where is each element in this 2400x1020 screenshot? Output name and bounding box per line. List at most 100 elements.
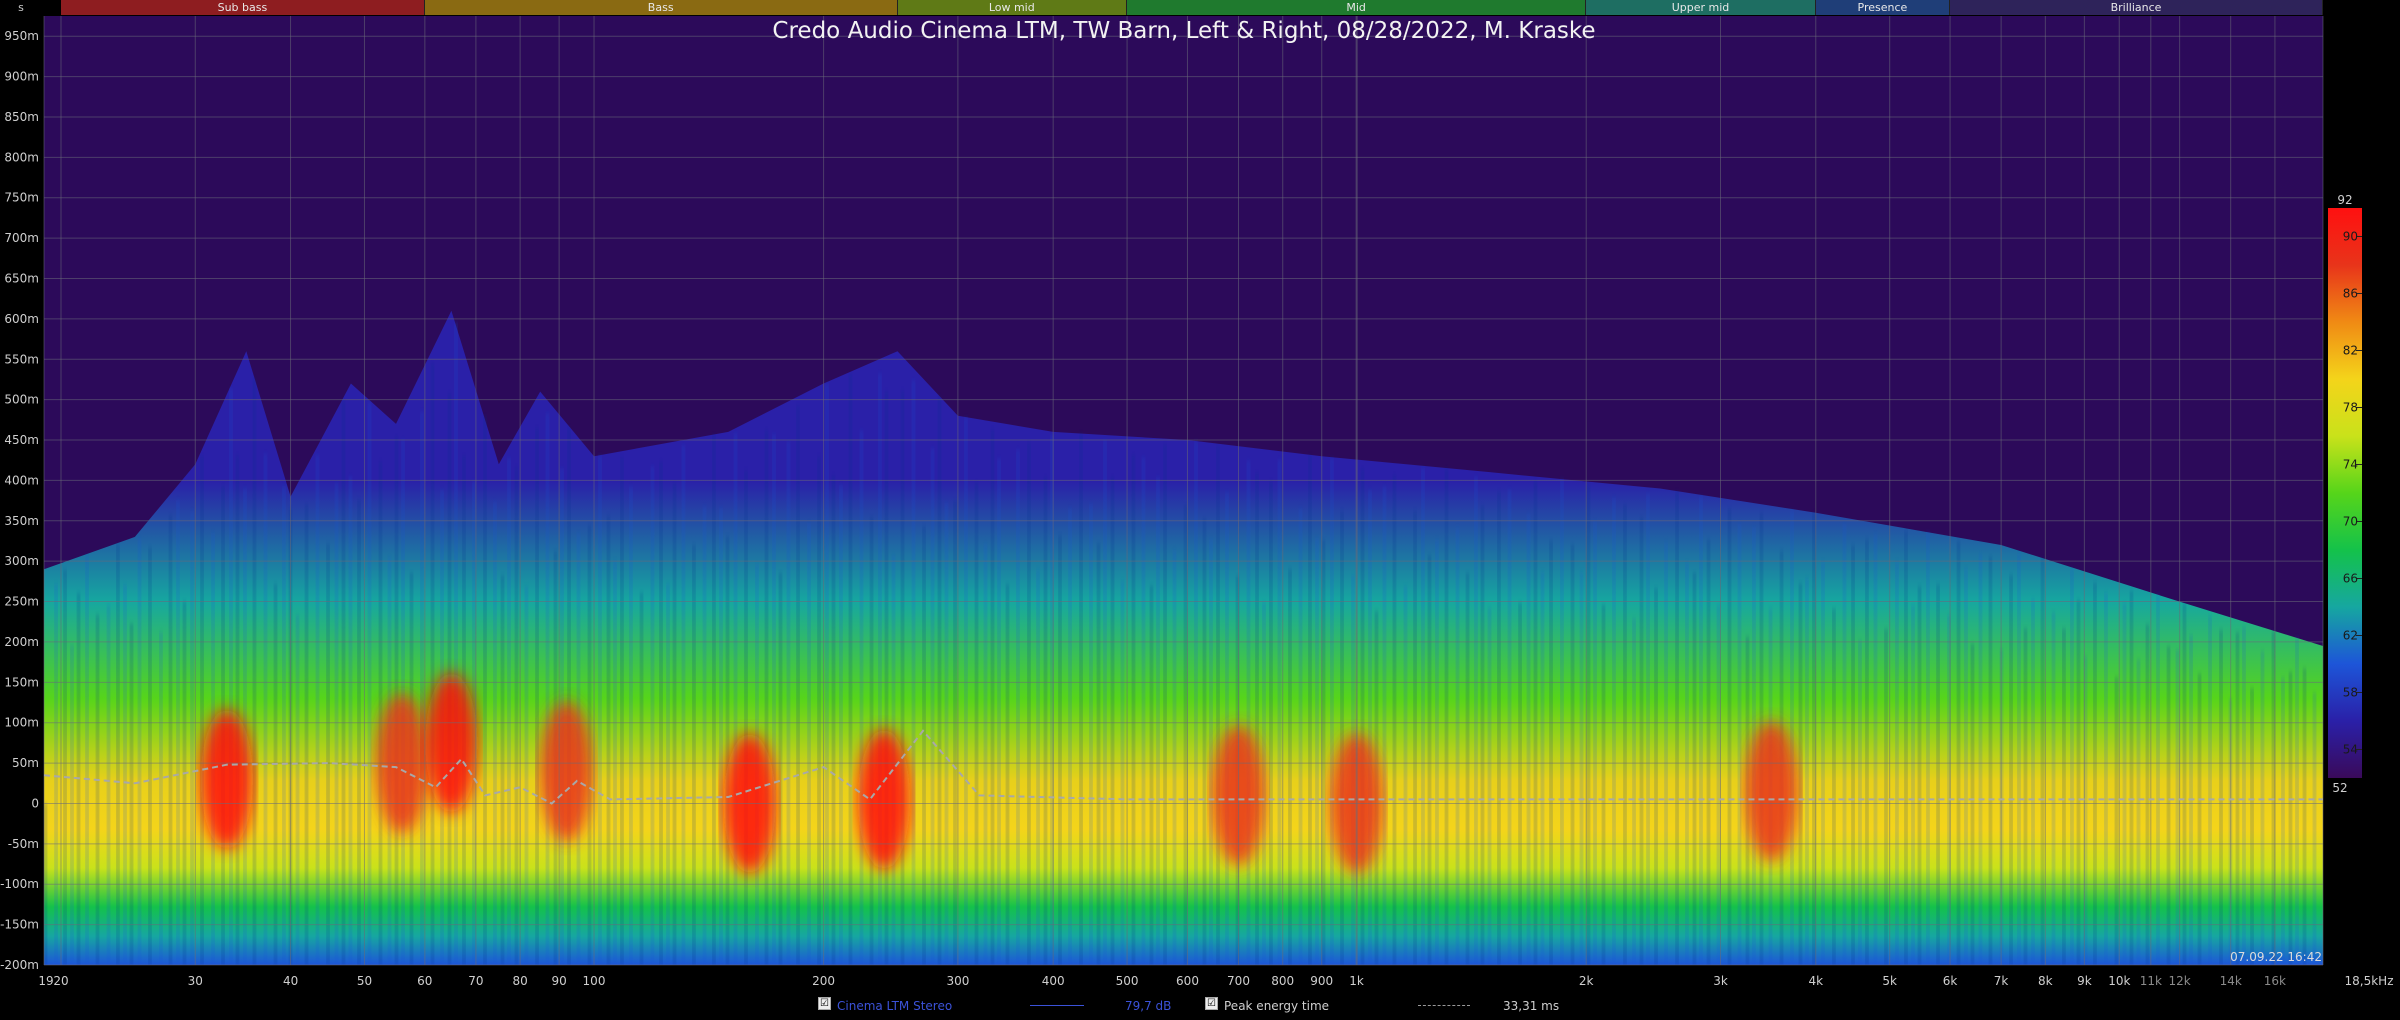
decay-streak xyxy=(1315,538,1319,965)
color-scale: 90 86 82 78 74 70 66 62 58 54 92 52 xyxy=(2328,193,2362,795)
decay-streak xyxy=(1044,477,1047,965)
decay-streak xyxy=(2198,673,2202,965)
decay-streak xyxy=(2271,631,2275,965)
decay-streak xyxy=(1911,605,1915,965)
decay-streak xyxy=(1593,521,1597,965)
decay-streak xyxy=(326,543,330,965)
decay-streak xyxy=(2024,628,2027,965)
decay-streak xyxy=(1851,545,1855,965)
decay-streak xyxy=(378,461,382,965)
scale-tick-label: 90 xyxy=(2343,230,2358,244)
decay-streak xyxy=(1428,555,1431,965)
x-tick-label: 12k xyxy=(2168,974,2190,988)
decay-streak xyxy=(2176,649,2179,965)
decay-streak xyxy=(2104,593,2108,965)
decay-streak xyxy=(1971,644,1974,965)
decay-streak xyxy=(2156,594,2160,965)
decay-streak xyxy=(922,525,926,965)
decay-streak xyxy=(1089,503,1093,965)
decay-streak xyxy=(1209,539,1213,965)
decay-streak xyxy=(190,511,194,965)
decay-streak xyxy=(2250,688,2254,965)
y-tick-label: -100m xyxy=(0,877,39,891)
x-tick-label: 100 xyxy=(583,974,606,988)
series-name[interactable]: Cinema LTM Stereo xyxy=(837,999,952,1013)
decay-streak xyxy=(107,605,111,965)
decay-streak xyxy=(1926,532,1930,965)
x-tick-label: 2k xyxy=(1579,974,1594,988)
decay-streak xyxy=(1497,491,1501,965)
decay-streak xyxy=(620,457,624,965)
decay-streak xyxy=(70,644,74,965)
decay-streak xyxy=(116,543,120,965)
energy-hotspot xyxy=(540,701,593,842)
decay-streak xyxy=(2123,603,2127,965)
decay-streak xyxy=(938,396,941,965)
decay-streak xyxy=(1812,512,1816,965)
decay-streak xyxy=(1474,476,1478,965)
decay-streak xyxy=(1036,569,1040,965)
y-tick-label: 300m xyxy=(4,554,39,568)
decay-streak xyxy=(1131,454,1135,965)
peak-checkbox[interactable]: ☑ xyxy=(1205,997,1218,1010)
decay-streak xyxy=(659,461,663,965)
decay-streak xyxy=(236,455,239,965)
decay-streak xyxy=(1858,640,1862,965)
decay-streak xyxy=(1435,539,1439,965)
decay-streak xyxy=(1016,449,1020,965)
decay-streak xyxy=(545,413,549,965)
decay-streak xyxy=(1717,605,1720,965)
x-tick-label: 80 xyxy=(512,974,527,988)
decay-streak xyxy=(282,485,286,965)
series-checkbox[interactable]: ☑ xyxy=(818,997,831,1010)
decay-streak xyxy=(1692,572,1696,965)
x-tick-label: 6k xyxy=(1943,974,1958,988)
decay-streak xyxy=(274,584,278,965)
x-tick-label: 40 xyxy=(283,974,298,988)
decay-streak xyxy=(1707,539,1711,965)
scale-max-label: 92 xyxy=(2337,193,2352,207)
decay-streak xyxy=(507,458,511,965)
decay-streak xyxy=(176,500,180,965)
x-tick-label: 20 xyxy=(53,974,68,988)
decay-streak xyxy=(357,499,361,965)
decay-streak xyxy=(229,388,233,965)
decay-streak xyxy=(335,482,339,965)
y-tick-label: -200m xyxy=(0,958,39,972)
peak-line-swatch xyxy=(1418,1005,1470,1006)
peak-energy-label[interactable]: Peak energy time xyxy=(1224,999,1329,1013)
y-tick-label: 400m xyxy=(4,473,39,487)
decay-streak xyxy=(1225,492,1229,965)
peak-energy-value: 33,31 ms xyxy=(1503,999,1560,1013)
decay-streak xyxy=(953,500,957,965)
decay-streak xyxy=(169,515,172,965)
decay-streak xyxy=(252,378,256,965)
decay-streak xyxy=(984,543,987,965)
decay-streak xyxy=(931,448,935,965)
timestamp: 07.09.22 16:42 xyxy=(2230,950,2322,964)
y-tick-label: 750m xyxy=(4,191,39,205)
decay-streak xyxy=(1173,550,1177,965)
decay-streak xyxy=(368,401,372,965)
y-tick-label: 800m xyxy=(4,150,39,164)
decay-streak xyxy=(1392,475,1396,965)
decay-streak xyxy=(305,504,309,965)
energy-hotspot xyxy=(200,709,253,850)
y-tick-label: 0 xyxy=(31,796,39,810)
scale-tick-label: 82 xyxy=(2343,344,2358,358)
decay-streak xyxy=(1832,608,1836,965)
scale-min-label: 52 xyxy=(2332,781,2347,795)
decay-streak xyxy=(1421,468,1425,965)
decay-streak xyxy=(1163,444,1167,965)
x-tick-label: 16k xyxy=(2264,974,2286,988)
x-tick-label: 700 xyxy=(1227,974,1250,988)
x-tick-label: 600 xyxy=(1176,974,1199,988)
x-tick-label: 900 xyxy=(1310,974,1333,988)
decay-streak xyxy=(454,322,458,965)
decay-streak xyxy=(2281,677,2285,965)
decay-streak xyxy=(726,536,730,965)
decay-streak xyxy=(1978,554,1982,965)
y-tick-label: -50m xyxy=(8,837,39,851)
decay-streak xyxy=(1299,508,1303,965)
decay-streak xyxy=(1549,540,1553,965)
